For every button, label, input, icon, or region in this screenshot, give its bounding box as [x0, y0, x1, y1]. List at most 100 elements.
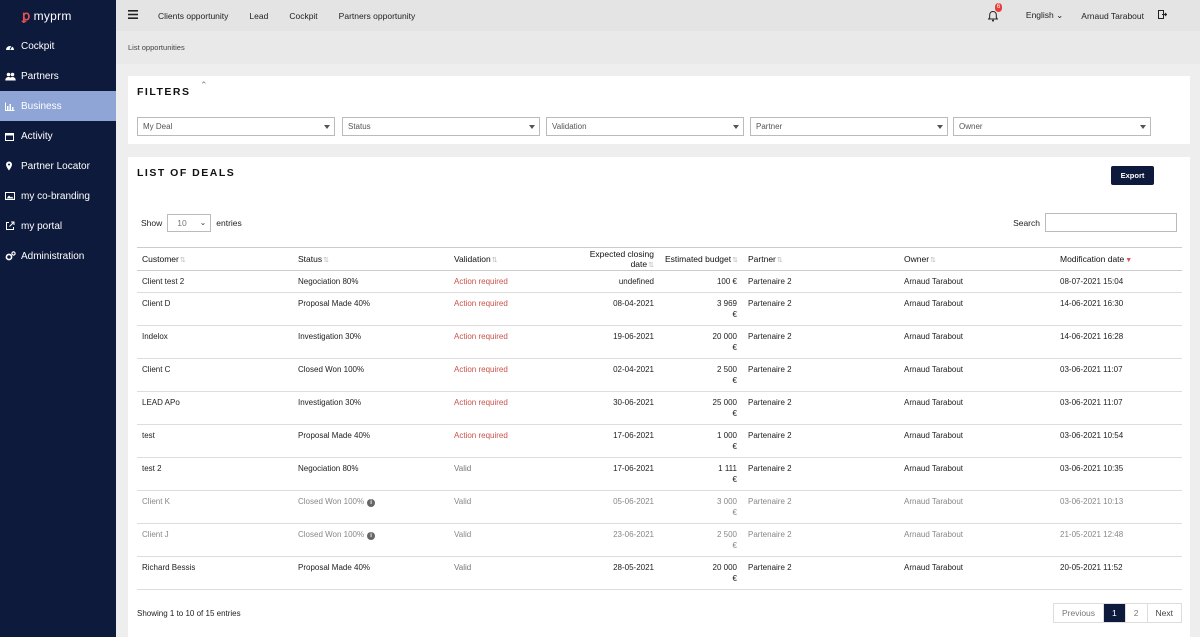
entries-select[interactable]: 10 ⌄	[167, 214, 212, 232]
sidebar-item-activity[interactable]: Activity	[0, 121, 116, 151]
cell-modification-date: 20-05-2021 11:52	[1055, 556, 1182, 590]
cell-modification-date-text: 21-05-2021 12:48	[1060, 530, 1124, 539]
cell-customer-text: Client D	[142, 299, 171, 308]
next-button[interactable]: Next	[1148, 604, 1181, 622]
caret-down-icon	[733, 125, 739, 129]
sidebar-item-my-portal[interactable]: my portal	[0, 211, 116, 241]
filter-owner-select[interactable]: Owner	[953, 117, 1151, 136]
cell-validation: Action required	[449, 325, 559, 359]
column-header-owner[interactable]: Owner⇅	[899, 247, 1055, 271]
sort-icon: ⇅	[491, 257, 498, 264]
budget-currency: €	[732, 409, 737, 418]
filter-my-deal-select[interactable]: My Deal	[137, 117, 335, 136]
cell-budget: 3 000 €	[659, 490, 743, 524]
search-input[interactable]	[1045, 213, 1177, 232]
cell-partner-text: Partenaire 2	[748, 497, 792, 506]
sidebar-item-partner-locator[interactable]: Partner Locator	[0, 151, 116, 181]
users-icon	[5, 72, 21, 81]
cell-partner: Partenaire 2	[743, 523, 899, 557]
cell-budget: 3 969 €	[659, 292, 743, 326]
budget-currency: €	[732, 442, 737, 451]
table-row[interactable]: Client test 2 Negociation 80% Action requi…	[137, 270, 1182, 293]
table-row[interactable]: Client K Closed Won 100% i Valid 05-06-2021 3…	[137, 490, 1182, 524]
table-row[interactable]: Client J Closed Won 100% i Valid 23-06-2021 2…	[137, 523, 1182, 557]
column-header-modification-date[interactable]: Modification date▼	[1055, 247, 1182, 271]
table-row[interactable]: LEAD APo Investigation 30% Action required…	[137, 391, 1182, 425]
cell-closing-date-text: 17-06-2021	[613, 464, 654, 473]
cell-closing-date-text: 30-06-2021	[613, 398, 654, 407]
cell-validation-text: Valid	[454, 530, 472, 539]
cell-modification-date: 21-05-2021 12:48	[1055, 523, 1182, 557]
collapse-chevron-up-icon[interactable]: ⌃	[200, 80, 208, 91]
column-header-customer[interactable]: Customer⇅	[137, 247, 293, 271]
info-icon[interactable]: i	[367, 532, 376, 540]
table-row[interactable]: test 2 Negociation 80% Valid 17-06-2021 1 11…	[137, 457, 1182, 491]
sidebar-item-label: Business	[21, 100, 62, 112]
export-button[interactable]: Export	[1111, 166, 1154, 185]
budget-currency: €	[732, 574, 737, 583]
page-button-1[interactable]: 1	[1104, 604, 1126, 622]
column-header-validation[interactable]: Validation⇅	[449, 247, 559, 271]
sidebar-item-administration[interactable]: Administration	[0, 241, 116, 271]
top-link-clients-opportunity[interactable]: Clients opportunity	[158, 11, 228, 21]
cell-validation: Action required	[449, 358, 559, 392]
column-header-budget[interactable]: Estimated budget⇅	[659, 247, 743, 271]
caret-down-icon	[324, 125, 330, 129]
cell-closing-date: 17-06-2021	[559, 424, 659, 458]
column-header-status[interactable]: Status⇅	[293, 247, 449, 271]
previous-button[interactable]: Previous	[1054, 604, 1105, 622]
top-link-partners-opportunity[interactable]: Partners opportunity	[339, 11, 416, 21]
map-marker-icon	[5, 161, 21, 171]
cell-budget: 20 000 €	[659, 325, 743, 359]
table-row[interactable]: Client C Closed Won 100% Action required 02…	[137, 358, 1182, 392]
sidebar-item-label: Activity	[21, 130, 53, 142]
cell-validation: Valid	[449, 556, 559, 590]
filter-validation-value: Validation	[552, 122, 587, 131]
table-row[interactable]: Client D Proposal Made 40% Action required…	[137, 292, 1182, 326]
breadcrumb: List opportunities	[116, 31, 1200, 64]
cell-status-text: Investigation 30%	[298, 332, 362, 341]
notification-bell-icon[interactable]: 6	[987, 2, 1003, 23]
search-control: Search	[1013, 213, 1177, 232]
cell-validation: Action required	[449, 424, 559, 458]
table-row[interactable]: Richard Bessis Proposal Made 40% Valid 28-0…	[137, 556, 1182, 590]
cell-closing-date: undefined	[559, 270, 659, 293]
info-icon[interactable]: i	[367, 499, 376, 507]
menu-toggle-icon[interactable]	[128, 10, 140, 21]
sidebar-item-my-co-branding[interactable]: my co-branding	[0, 181, 116, 211]
filter-status-select[interactable]: Status	[342, 117, 540, 136]
logo[interactable]: ꝑ myprm	[0, 0, 116, 31]
sidebar-item-business[interactable]: Business	[0, 91, 116, 121]
cell-modification-date: 03-06-2021 10:35	[1055, 457, 1182, 491]
page-button-2[interactable]: 2	[1126, 604, 1148, 622]
logout-icon[interactable]	[1158, 10, 1168, 21]
cell-customer: Client D	[137, 292, 293, 326]
table-row[interactable]: test Proposal Made 40% Action required 17-0…	[137, 424, 1182, 458]
language-label: English	[1025, 10, 1054, 20]
user-name[interactable]: Arnaud Tarabout	[1081, 11, 1144, 21]
cell-customer: Client C	[137, 358, 293, 392]
cell-status-text: Negociation 80%	[298, 464, 359, 473]
column-label: Status	[298, 254, 323, 264]
top-link-lead[interactable]: Lead	[249, 11, 268, 21]
show-label: Show	[141, 218, 163, 228]
cell-budget: 1 000 €	[659, 424, 743, 458]
budget-currency: €	[732, 376, 737, 385]
cell-budget: 2 500 €	[659, 523, 743, 557]
filter-partner-select[interactable]: Partner	[750, 117, 948, 136]
column-header-partner[interactable]: Partner⇅	[743, 247, 899, 271]
top-link-cockpit[interactable]: Cockpit	[289, 11, 317, 21]
filter-validation-select[interactable]: Validation	[546, 117, 744, 136]
cell-owner-text: Arnaud Tarabout	[904, 530, 964, 539]
column-header-closing-date[interactable]: Expected closing date⇅	[559, 247, 659, 271]
language-selector[interactable]: English ⌄	[1026, 10, 1063, 21]
sidebar-item-partners[interactable]: Partners	[0, 61, 116, 91]
cell-owner-text: Arnaud Tarabout	[904, 497, 964, 506]
sidebar-item-cockpit[interactable]: Cockpit	[0, 31, 116, 61]
cell-partner-text: Partenaire 2	[748, 464, 792, 473]
cell-closing-date-text: 05-06-2021	[613, 497, 654, 506]
cell-closing-date: 02-04-2021	[559, 358, 659, 392]
cell-owner-text: Arnaud Tarabout	[904, 332, 964, 341]
table-row[interactable]: Indelox Investigation 30% Action required 1…	[137, 325, 1182, 359]
cell-closing-date-text: 02-04-2021	[613, 365, 654, 374]
